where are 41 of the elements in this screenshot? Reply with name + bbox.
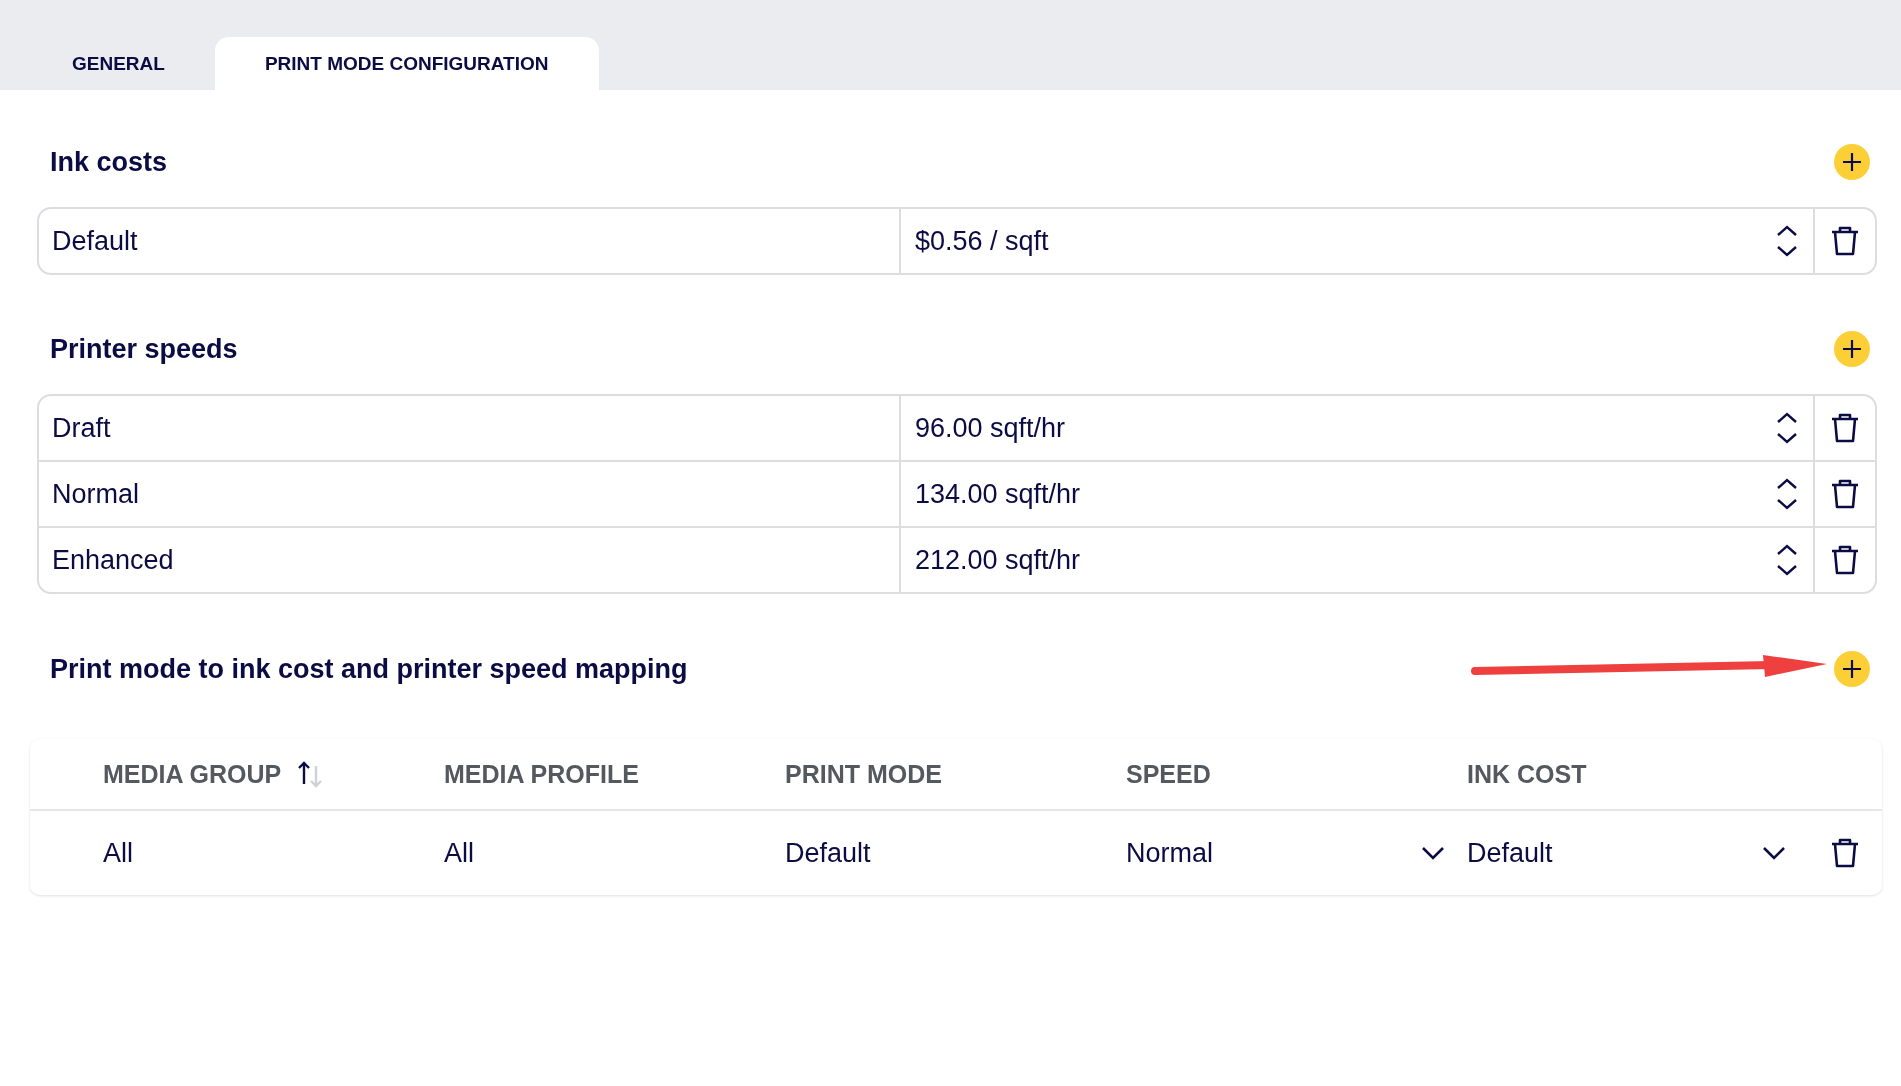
number-field[interactable]: 134.00 sqft/hr [901,462,1815,526]
table-cell: Default [785,837,871,869]
tab[interactable]: GENERAL [22,37,215,90]
row-name: Draft [52,412,111,444]
plus-icon [1834,144,1870,180]
table-cell: All [103,837,133,869]
trash-icon[interactable] [1830,478,1860,510]
row-name: Normal [52,478,139,510]
tab[interactable]: PRINT MODE CONFIGURATION [214,37,599,90]
trash-icon[interactable] [1830,544,1860,576]
column-header[interactable]: INK COST [1467,759,1587,789]
column-header[interactable]: MEDIA PROFILE [444,759,639,789]
section-title: Print mode to ink cost and printer speed mapping [50,653,688,685]
sort-icon[interactable] [297,760,324,788]
dropdown[interactable]: Default [1467,811,1808,895]
column-header[interactable]: PRINT MODE [785,759,942,789]
dropdown[interactable]: Normal [1126,811,1467,895]
add-button[interactable] [1834,651,1870,687]
add-button[interactable] [1834,331,1870,367]
number-field[interactable]: 212.00 sqft/hr [901,528,1815,592]
chevron-down-icon [1421,846,1445,860]
row-name: Enhanced [52,544,174,576]
trash-icon[interactable] [1830,225,1860,257]
number-field[interactable]: $0.56 / sqft [901,209,1815,273]
stepper-icon[interactable] [1775,477,1799,511]
trash-icon[interactable] [1830,837,1860,869]
plus-icon [1834,651,1870,687]
plus-icon [1834,331,1870,367]
section-title: Ink costs [50,146,168,178]
section-title: Printer speeds [50,333,238,365]
stepper-icon[interactable] [1775,224,1799,258]
number-field[interactable]: 96.00 sqft/hr [901,396,1815,460]
chevron-down-icon [1762,846,1786,860]
column-header[interactable]: MEDIA GROUP [103,759,282,789]
column-header[interactable]: SPEED [1126,759,1211,789]
row-name: Default [52,225,138,257]
stepper-icon[interactable] [1775,543,1799,577]
add-button[interactable] [1834,144,1870,180]
stepper-icon[interactable] [1775,411,1799,445]
trash-icon[interactable] [1830,412,1860,444]
table-cell: All [444,837,474,869]
